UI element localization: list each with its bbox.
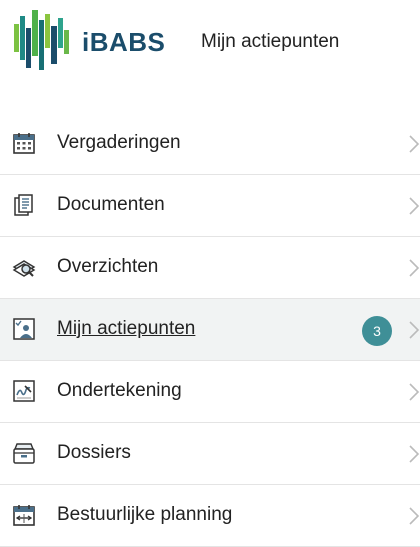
app-header: iBABS Mijn actiepunten [0, 0, 420, 90]
nav-item-label: Bestuurlijke planning [57, 504, 233, 525]
archive-box-icon [13, 443, 35, 464]
signature-icon [13, 380, 35, 402]
ibabs-logo [14, 10, 69, 70]
planning-calendar-icon [13, 505, 35, 526]
chevron-right-icon [409, 135, 420, 153]
nav-item-label: Documenten [57, 194, 165, 215]
chevron-right-icon [409, 321, 420, 339]
documents-icon [14, 194, 33, 216]
action-items-icon [13, 318, 35, 340]
nav-item-label: Mijn actiepunten [57, 318, 196, 339]
nav-item-label: Vergaderingen [57, 132, 181, 153]
nav-item-mijn-actiepunten[interactable]: Mijn actiepunten 3 [0, 299, 420, 361]
chevron-right-icon [409, 197, 420, 215]
nav-item-label: Overzichten [57, 256, 159, 277]
page-title: Mijn actiepunten [201, 31, 340, 52]
nav-item-vergaderingen[interactable]: Vergaderingen [0, 113, 420, 175]
brand-name: iBABS [82, 27, 166, 57]
chevron-right-icon [409, 259, 420, 277]
chevron-right-icon [409, 383, 420, 401]
nav-item-label: Dossiers [57, 442, 131, 463]
chevron-right-icon [409, 445, 420, 463]
calendar-icon [13, 133, 35, 154]
nav-item-dossiers[interactable]: Dossiers [0, 423, 420, 485]
navigation-menu: Vergaderingen Documenten Overzichten Mij… [0, 113, 420, 547]
nav-item-bestuurlijke-planning[interactable]: Bestuurlijke planning [0, 485, 420, 547]
chevron-right-icon [409, 507, 420, 525]
count-badge: 3 [362, 316, 392, 346]
nav-item-documenten[interactable]: Documenten [0, 175, 420, 237]
nav-item-overzichten[interactable]: Overzichten [0, 237, 420, 299]
nav-item-ondertekening[interactable]: Ondertekening [0, 361, 420, 423]
nav-item-label: Ondertekening [57, 380, 182, 401]
overview-search-icon [12, 260, 36, 277]
